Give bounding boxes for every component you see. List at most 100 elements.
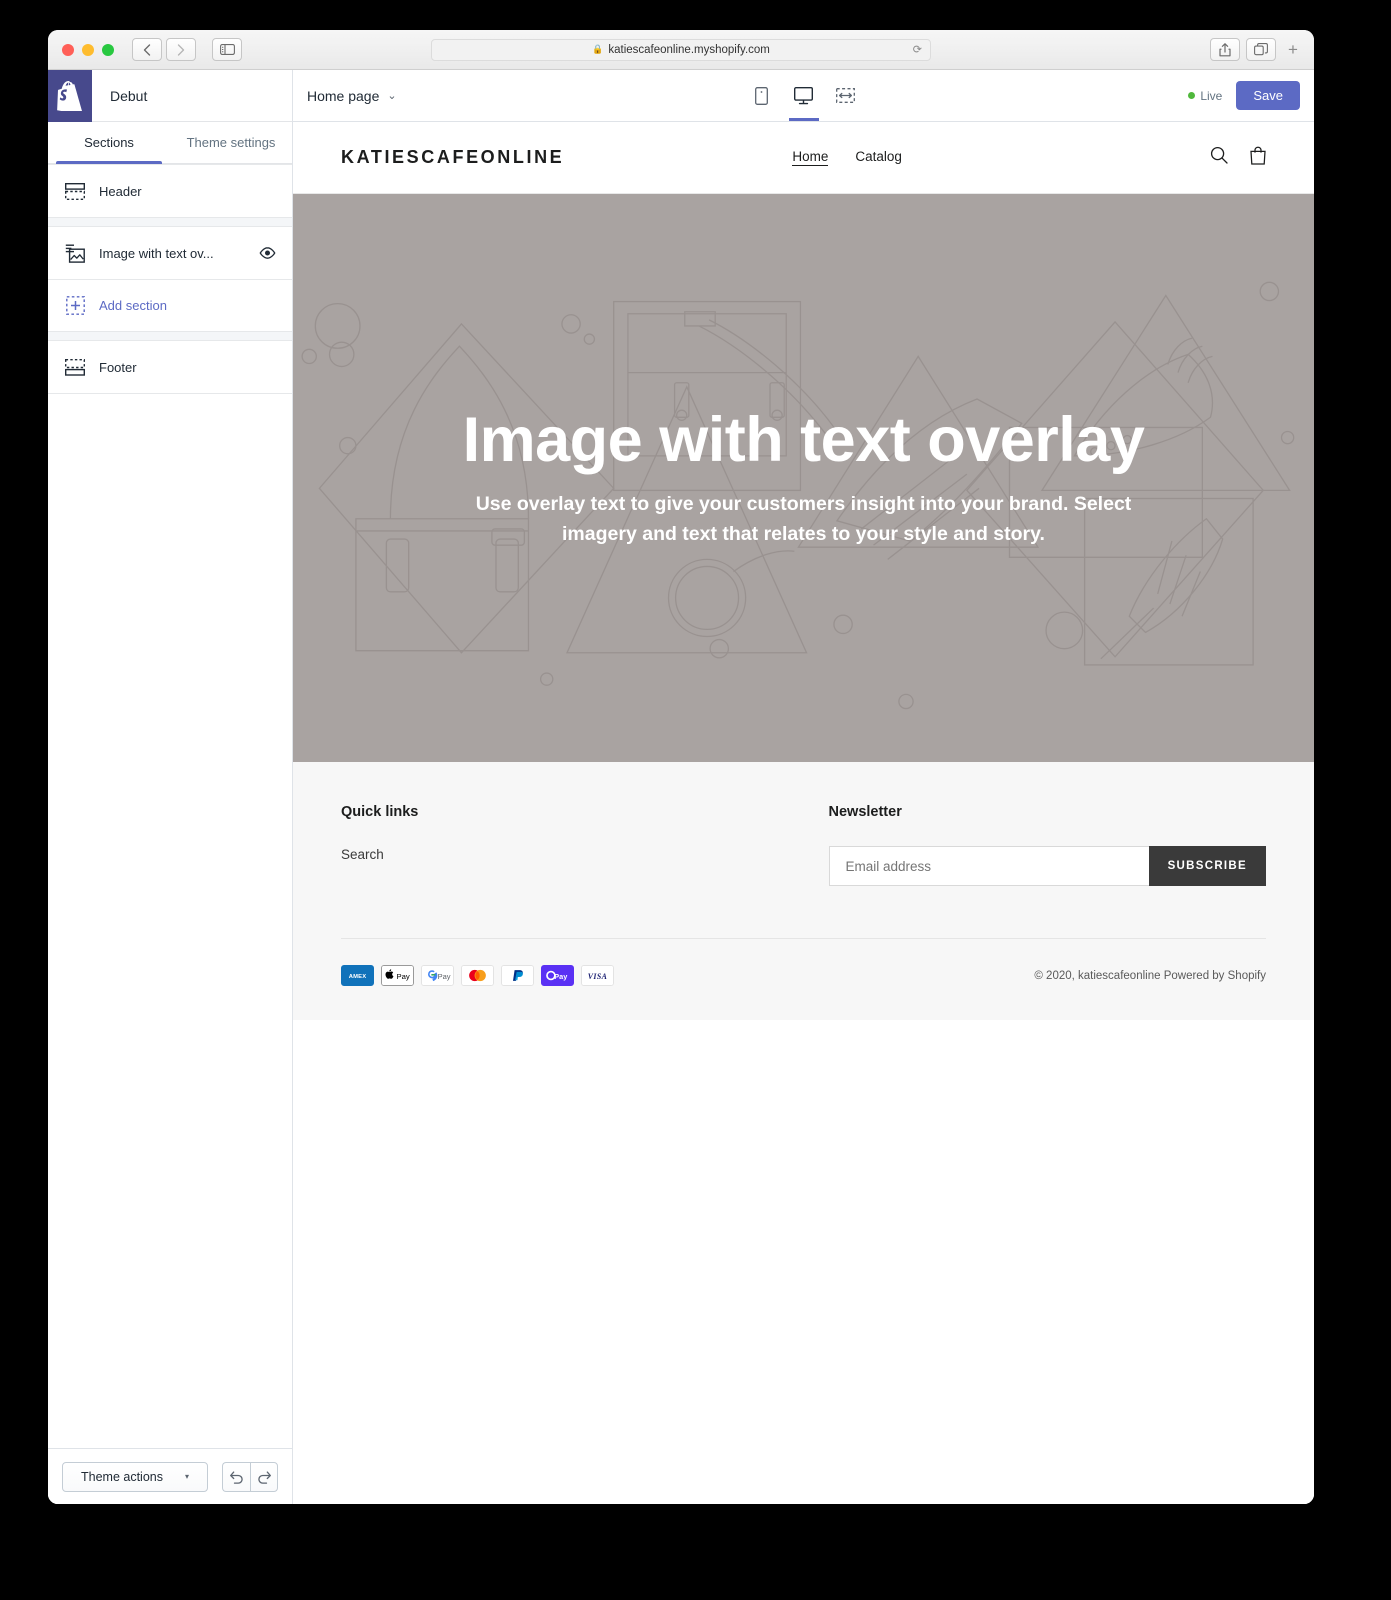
editor-main: Home page ⌄ Live Save KATIESCAFEONLINE H… xyxy=(293,70,1314,1504)
page-selector[interactable]: Home page ⌄ xyxy=(307,88,397,104)
mastercard-icon xyxy=(461,965,494,986)
undo-icon xyxy=(230,1470,243,1484)
navigation-buttons xyxy=(132,38,196,61)
quick-links-heading: Quick links xyxy=(341,804,419,820)
reload-icon[interactable]: ⟳ xyxy=(913,43,922,56)
email-input[interactable] xyxy=(828,846,1149,886)
visibility-eye-icon[interactable] xyxy=(259,247,276,259)
shopify-logo-button[interactable] xyxy=(48,69,92,122)
google-pay-icon: Pay xyxy=(421,965,454,986)
sidebar-item-header[interactable]: Header xyxy=(48,164,292,218)
chevron-down-icon: ⌄ xyxy=(387,90,397,102)
store-header-icons xyxy=(1210,146,1266,170)
storefront-preview: KATIESCAFEONLINE Home Catalog Image with… xyxy=(293,122,1314,1504)
store-blank-area xyxy=(293,1020,1314,1200)
close-window-button[interactable] xyxy=(62,43,74,56)
footer-section-icon xyxy=(64,356,86,378)
redo-icon xyxy=(257,1470,271,1484)
hero-text-block: Image with text overlay Use overlay text… xyxy=(429,407,1179,550)
chevron-down-icon: ▾ xyxy=(184,1472,189,1481)
svg-text:Pay: Pay xyxy=(438,972,451,981)
live-status-badge: Live xyxy=(1188,89,1222,103)
live-status-dot xyxy=(1188,92,1196,99)
save-button[interactable]: Save xyxy=(1236,81,1300,110)
maximize-window-button[interactable] xyxy=(102,43,114,56)
tab-sections-label: Sections xyxy=(84,135,134,150)
device-mobile-button[interactable] xyxy=(749,70,775,121)
footer-columns: Quick links Search Newsletter SUBSCRIBE xyxy=(341,804,1266,938)
newsletter-form: SUBSCRIBE xyxy=(828,846,1266,886)
sidebar-item-header-label: Header xyxy=(99,183,142,199)
lock-icon: 🔒 xyxy=(592,44,604,54)
browser-window: 🔒 katiescafeonline.myshopify.com ⟳ + Deb… xyxy=(48,30,1314,1504)
copyright-text: © 2020, katiescafeonline xyxy=(1034,969,1161,982)
forward-button[interactable] xyxy=(166,38,196,61)
tab-sections[interactable]: Sections xyxy=(48,122,170,164)
sidebar-item-image-with-text-overlay[interactable]: Image with text ov... xyxy=(48,226,292,280)
editor-topbar: Home page ⌄ Live Save xyxy=(293,70,1314,122)
full-width-icon xyxy=(836,88,855,103)
share-button[interactable] xyxy=(1210,38,1240,61)
add-section-label: Add section xyxy=(99,298,167,313)
store-header: KATIESCAFEONLINE Home Catalog xyxy=(293,122,1314,194)
editor-sidebar: Debut Sections Theme settings Header Ima… xyxy=(48,69,293,1504)
undo-redo-group xyxy=(222,1461,278,1492)
store-nav: Home Catalog xyxy=(792,149,902,166)
footer-copyright: © 2020, katiescafeonline Powered by Shop… xyxy=(1034,970,1266,982)
nav-link-home[interactable]: Home xyxy=(792,149,829,166)
device-desktop-button[interactable] xyxy=(788,70,819,121)
new-tab-button[interactable]: + xyxy=(1282,38,1304,62)
cart-icon[interactable] xyxy=(1250,146,1266,170)
search-icon[interactable] xyxy=(1210,146,1228,169)
hero-title: Image with text overlay xyxy=(462,404,1145,475)
live-status-label: Live xyxy=(1200,88,1223,103)
sidebar-item-footer[interactable]: Footer xyxy=(48,340,292,394)
hero-section[interactable]: Image with text overlay Use overlay text… xyxy=(293,194,1314,762)
url-text: katiescafeonline.myshopify.com xyxy=(608,43,770,56)
minimize-window-button[interactable] xyxy=(82,43,94,56)
sidebar-tabs: Sections Theme settings xyxy=(48,122,292,164)
store-logo[interactable]: KATIESCAFEONLINE xyxy=(341,147,564,168)
theme-name-label: Debut xyxy=(110,87,148,104)
redo-button[interactable] xyxy=(250,1461,278,1492)
svg-text:Pay: Pay xyxy=(397,972,410,981)
browser-chrome: 🔒 katiescafeonline.myshopify.com ⟳ + xyxy=(48,30,1314,70)
section-divider xyxy=(48,218,292,226)
footer-newsletter: Newsletter SUBSCRIBE xyxy=(828,804,1266,886)
desktop-icon xyxy=(794,86,813,104)
show-tabs-icon xyxy=(1254,43,1268,56)
hero-subtitle: Use overlay text to give your customers … xyxy=(475,492,1132,546)
image-with-text-icon xyxy=(64,242,86,264)
section-divider-2 xyxy=(48,332,292,340)
add-section-button[interactable]: Add section xyxy=(48,280,292,332)
subscribe-button[interactable]: SUBSCRIBE xyxy=(1148,846,1266,886)
back-button[interactable] xyxy=(132,38,162,61)
page-selector-label: Home page xyxy=(307,87,380,104)
mobile-icon xyxy=(755,86,768,105)
amex-icon: AMEX xyxy=(341,965,374,986)
theme-actions-button[interactable]: Theme actions ▾ xyxy=(62,1461,208,1492)
visa-icon: VISA xyxy=(581,965,614,986)
chevron-right-icon xyxy=(177,43,185,56)
undo-button[interactable] xyxy=(222,1461,250,1492)
nav-link-catalog[interactable]: Catalog xyxy=(855,149,902,166)
device-fullwidth-button[interactable] xyxy=(833,70,859,121)
share-icon xyxy=(1219,42,1231,56)
paypal-icon xyxy=(501,965,534,986)
show-tabs-button[interactable] xyxy=(1246,38,1276,61)
address-bar[interactable]: 🔒 katiescafeonline.myshopify.com ⟳ xyxy=(431,38,931,61)
footer-link-search[interactable]: Search xyxy=(341,847,384,862)
powered-by-shopify-link[interactable]: Powered by Shopify xyxy=(1164,970,1266,982)
traffic-lights xyxy=(62,43,114,56)
add-section-icon xyxy=(64,295,86,317)
svg-text:AMEX: AMEX xyxy=(349,974,367,980)
newsletter-heading: Newsletter xyxy=(828,804,902,820)
shopify-logo-icon xyxy=(57,80,83,111)
store-footer: Quick links Search Newsletter SUBSCRIBE xyxy=(293,762,1314,1020)
section-list: Header Image with text ov... Add section… xyxy=(48,164,292,394)
tab-theme-settings[interactable]: Theme settings xyxy=(170,122,292,163)
sidebar-toggle-button[interactable] xyxy=(212,38,242,61)
sidebar-footer: Theme actions ▾ xyxy=(48,1448,292,1504)
sidebar-header: Debut xyxy=(48,69,292,122)
apple-pay-icon: Pay xyxy=(381,965,414,986)
